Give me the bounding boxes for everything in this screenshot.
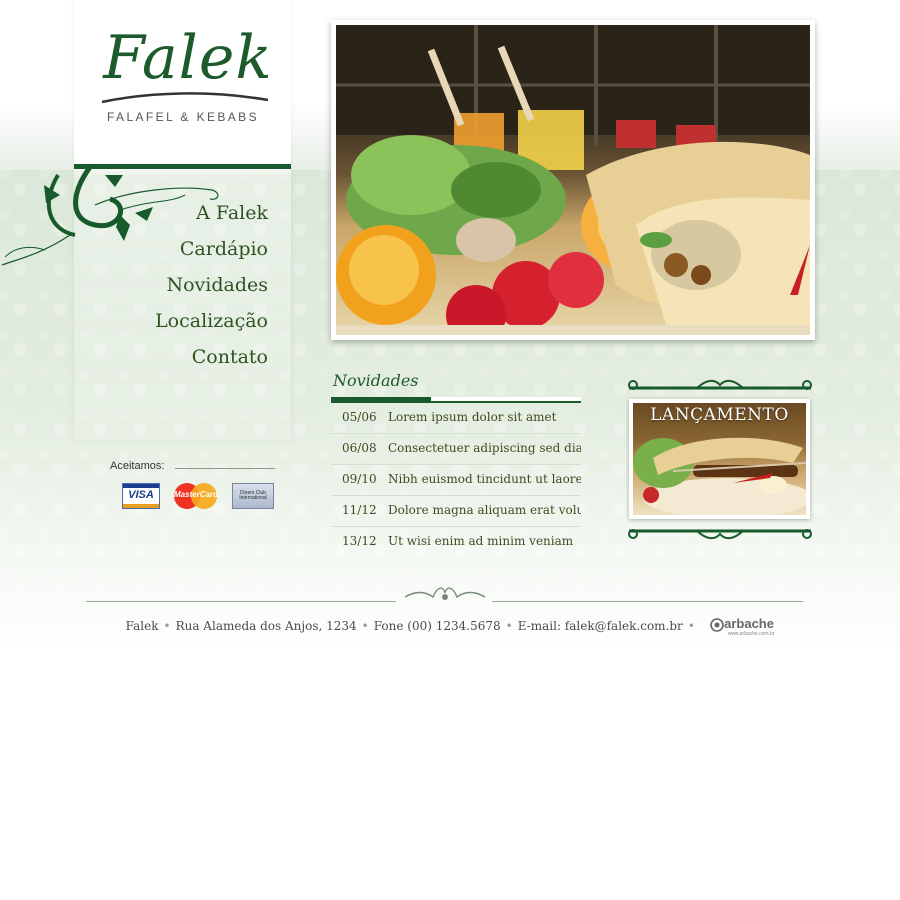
news-date: 05/06 <box>342 410 377 424</box>
footer-ornament-icon <box>404 587 486 600</box>
news-text[interactable]: Ut wisi enim ad minim veniam <box>388 534 573 548</box>
payment-label: Aceitamos: <box>110 460 165 472</box>
nav-item-novidades[interactable]: Novidades <box>120 270 268 306</box>
diners-club-icon: Diners Club International <box>232 483 274 509</box>
promo-label: LANÇAMENTO <box>650 405 789 425</box>
news-item[interactable]: 05/06 Lorem ipsum dolor sit amet <box>331 403 581 434</box>
news-item[interactable]: 11/12 Dolore magna aliquam erat volutpa <box>331 496 581 527</box>
news-list: 05/06 Lorem ipsum dolor sit amet 06/08 Con… <box>331 403 581 557</box>
news-text[interactable]: Dolore magna aliquam erat volutpa <box>388 503 581 517</box>
news-item[interactable]: 13/12 Ut wisi enim ad minim veniam <box>331 527 581 557</box>
news-date: 06/08 <box>342 441 377 455</box>
nav-item-localizacao[interactable]: Localização <box>120 306 268 342</box>
footer-divider-right <box>492 601 803 602</box>
mastercard-label: MasterCard <box>174 490 219 499</box>
payment-divider <box>175 468 275 469</box>
hero-food-photo <box>336 25 810 335</box>
logo-wordmark[interactable]: Falek <box>88 18 288 98</box>
news-text[interactable]: Lorem ipsum dolor sit amet <box>388 410 556 424</box>
news-date: 13/12 <box>342 534 377 548</box>
news-text[interactable]: Consectetuer adipiscing sed diam <box>388 441 581 455</box>
visa-card-label: VISA <box>128 489 154 501</box>
footer-divider-left <box>86 601 396 602</box>
nav-item-a-falek[interactable]: A Falek <box>120 198 268 234</box>
footer-email[interactable]: E-mail: falek@falek.com.br <box>518 619 683 633</box>
arbache-credit-text: arbache <box>724 616 774 631</box>
arbache-logo-icon <box>710 617 724 632</box>
footer-phone: Fone (00) 1234.5678 <box>373 618 501 633</box>
main-nav: A Falek Cardápio Novidades Localização C… <box>120 198 268 378</box>
diners-club-label: Diners Club International <box>239 490 267 501</box>
mastercard-icon: MasterCard <box>174 483 219 509</box>
nav-item-cardapio[interactable]: Cardápio <box>120 234 268 270</box>
news-date: 11/12 <box>342 503 377 517</box>
news-text[interactable]: Nibh euismod tincidunt ut laoreet <box>388 472 581 486</box>
hero-photo-illustration <box>336 25 810 335</box>
promo-top-ornament-icon <box>628 379 812 390</box>
footer: Falek • Rua Alameda dos Anjos, 1234 • Fone (… <box>125 616 775 637</box>
news-item[interactable]: 06/08 Consectetuer adipiscing sed diam <box>331 434 581 465</box>
arbache-credit-url: www.arbache.com.br <box>727 630 775 637</box>
news-date: 09/10 <box>342 472 377 486</box>
logo-tagline: FALAFEL & KEBABS <box>106 110 259 124</box>
visa-card-icon: VISA <box>122 483 160 509</box>
promo-bottom-ornament-icon <box>628 529 812 540</box>
news-item[interactable]: 09/10 Nibh euismod tincidunt ut laoreet <box>331 465 581 496</box>
footer-address: Rua Alameda dos Anjos, 1234 <box>175 618 357 633</box>
footer-name: Falek <box>125 618 159 633</box>
promo-banner[interactable]: LANÇAMENTO <box>633 403 806 515</box>
news-heading: Novidades <box>333 371 419 390</box>
logo-swoosh-icon <box>101 92 269 104</box>
nav-item-contato[interactable]: Contato <box>120 342 268 378</box>
arbache-credit-link[interactable]: arbache www.arbache.com.br <box>710 616 775 637</box>
